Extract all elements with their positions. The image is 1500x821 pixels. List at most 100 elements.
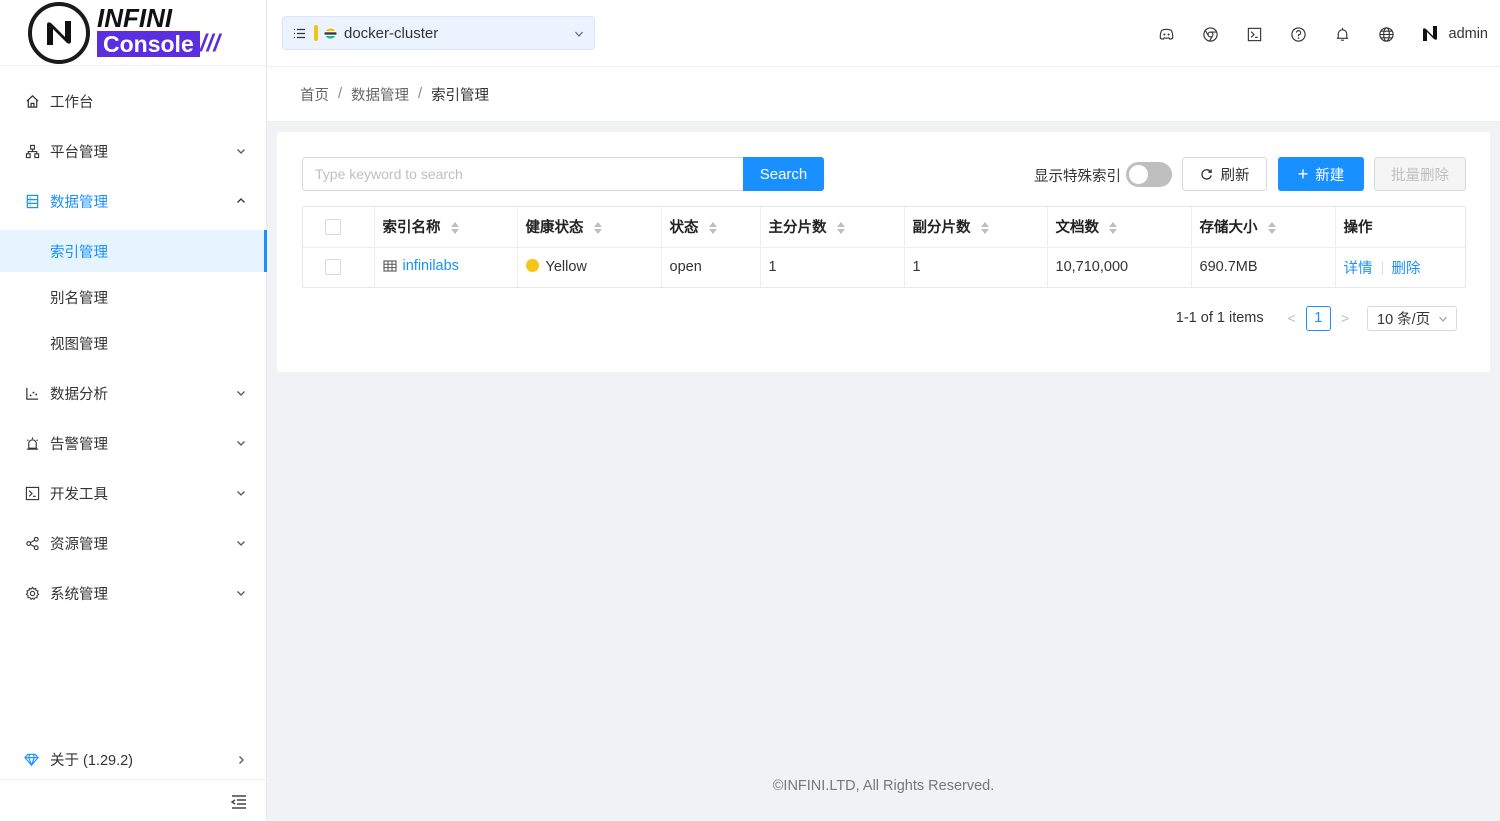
sidebar-item-label: 数据分析 [50, 386, 108, 403]
chevron-down-icon [237, 541, 245, 546]
breadcrumb-separator: / [338, 86, 343, 102]
terminal-icon [24, 485, 40, 501]
table-icon [382, 260, 397, 272]
index-management-card: Search 显示特殊索引 刷新 + 新建 批量删除 索引名称 健康状态 状态 … [277, 132, 1490, 372]
sort-icon[interactable] [593, 221, 602, 235]
sidebar-item-label: 平台管理 [50, 144, 108, 161]
pagination: 1-1 of 1 items < 1 > 10 条/页 [1176, 305, 1457, 331]
sidebar-item-workbench[interactable]: 工作台 [0, 76, 267, 126]
sort-icon[interactable] [980, 221, 989, 235]
sidebar-item-resources[interactable]: 资源管理 [0, 518, 267, 568]
chart-icon [24, 385, 40, 401]
sidebar-item-label: 告警管理 [50, 436, 108, 453]
search-input[interactable] [302, 157, 744, 191]
sidebar-item-alerting[interactable]: 告警管理 [0, 418, 267, 468]
cluster-selector[interactable]: docker-cluster [282, 16, 595, 50]
column-header-size[interactable]: 存储大小 [1191, 207, 1336, 248]
column-header-docs[interactable]: 文档数 [1047, 207, 1192, 248]
sidebar-subitem-alias[interactable]: 别名管理 [0, 276, 267, 318]
page-size-select[interactable]: 10 条/页 [1367, 305, 1457, 331]
size-cell: 690.7MB [1191, 247, 1336, 287]
column-header-health[interactable]: 健康状态 [517, 207, 662, 248]
column-header-name[interactable]: 索引名称 [374, 207, 518, 248]
breadcrumb: 首页 / 数据管理 / 索引管理 [267, 67, 1500, 122]
new-index-button[interactable]: + 新建 [1278, 157, 1364, 191]
page-footer: ©INFINI.LTD, All Rights Reserved. [772, 778, 995, 794]
status-cell: open [661, 247, 761, 287]
index-name-link[interactable]: infinilabs [382, 258, 459, 274]
new-label: 新建 [1315, 167, 1345, 184]
avatar[interactable] [1419, 23, 1441, 45]
sort-icon[interactable] [1267, 221, 1276, 235]
replicas-cell: 1 [904, 247, 1048, 287]
sidebar-item-label: 开发工具 [50, 486, 108, 503]
language-globe-icon[interactable] [1378, 25, 1396, 43]
sidebar: INFINI Console /// 工作台 平台管理 数据管理 索引管理 别名… [0, 0, 267, 821]
refresh-label: 刷新 [1220, 167, 1250, 184]
special-index-label: 显示特殊索引 [1034, 169, 1121, 185]
health-status-dot [525, 259, 539, 273]
prev-page-icon[interactable]: < [1288, 310, 1296, 326]
column-label: 主分片数 [768, 220, 827, 237]
elasticsearch-icon [324, 27, 337, 39]
breadcrumb-separator: / [418, 86, 423, 102]
breadcrumb-home[interactable]: 首页 [300, 84, 329, 105]
help-icon[interactable] [1290, 25, 1308, 43]
cluster-name: docker-cluster [344, 24, 439, 42]
user-name[interactable]: admin [1449, 26, 1489, 42]
sort-icon[interactable] [836, 221, 845, 235]
infini-logo-icon [28, 2, 90, 64]
brand-logo[interactable]: INFINI Console /// [0, 0, 266, 66]
breadcrumb-parent[interactable]: 数据管理 [351, 84, 409, 105]
plus-icon: + [1297, 164, 1309, 184]
share-icon [24, 535, 40, 551]
index-table: 索引名称 健康状态 状态 主分片数 副分片数 文档数 存储大小 操作 infin… [302, 206, 1466, 288]
chrome-extension-icon[interactable] [1202, 25, 1220, 43]
bell-icon[interactable] [1334, 25, 1352, 43]
column-label: 操作 [1343, 220, 1373, 237]
sidebar-subitem-view[interactable]: 视图管理 [0, 322, 267, 364]
header-actions: admin [1145, 22, 1489, 46]
column-label: 文档数 [1055, 220, 1100, 237]
console-icon[interactable] [1246, 25, 1264, 43]
column-header-status[interactable]: 状态 [661, 207, 761, 248]
sidebar-about[interactable]: 关于 (1.29.2) [0, 740, 267, 780]
health-text: Yellow [545, 259, 587, 276]
sidebar-item-platform[interactable]: 平台管理 [0, 126, 267, 176]
sidebar-subitem-index[interactable]: 索引管理 [0, 230, 267, 272]
database-icon [24, 193, 40, 209]
table-header-row: 索引名称 健康状态 状态 主分片数 副分片数 文档数 存储大小 操作 [303, 207, 1465, 248]
column-header-primaries[interactable]: 主分片数 [760, 207, 905, 248]
page-size-value: 10 条/页 [1377, 311, 1431, 328]
menu-fold-icon[interactable] [229, 792, 249, 812]
sort-icon[interactable] [1109, 221, 1117, 235]
next-page-icon[interactable]: > [1341, 310, 1349, 326]
sidebar-item-analysis[interactable]: 数据分析 [0, 368, 267, 418]
bulk-delete-button[interactable]: 批量删除 [1374, 157, 1466, 191]
search-button[interactable]: Search [743, 157, 824, 191]
sidebar-item-devtools[interactable]: 开发工具 [0, 468, 267, 518]
brand-line2: Console [97, 31, 200, 57]
sort-icon[interactable] [450, 221, 459, 235]
cluster-status-bar [314, 25, 318, 41]
detail-link[interactable]: 详情 [1344, 261, 1373, 277]
page-number[interactable]: 1 [1305, 305, 1331, 331]
column-label: 存储大小 [1199, 220, 1258, 237]
delete-link[interactable]: 删除 [1392, 261, 1421, 277]
special-index-toggle[interactable] [1126, 162, 1172, 187]
chevron-down-icon [237, 491, 245, 496]
discord-icon[interactable] [1158, 25, 1176, 43]
column-header-actions: 操作 [1335, 207, 1465, 248]
refresh-button[interactable]: 刷新 [1182, 157, 1267, 191]
sidebar-item-system[interactable]: 系统管理 [0, 568, 267, 618]
breadcrumb-current: 索引管理 [431, 87, 490, 104]
docs-cell: 10,710,000 [1047, 247, 1192, 287]
row-checkbox[interactable] [325, 259, 341, 276]
top-header: docker-cluster admin [267, 0, 1500, 67]
alarm-icon [24, 435, 40, 451]
sidebar-item-data[interactable]: 数据管理 [0, 176, 267, 226]
chevron-right-icon [239, 756, 244, 764]
select-all-checkbox[interactable] [325, 218, 341, 235]
sort-icon[interactable] [708, 221, 717, 235]
column-header-replicas[interactable]: 副分片数 [904, 207, 1048, 248]
